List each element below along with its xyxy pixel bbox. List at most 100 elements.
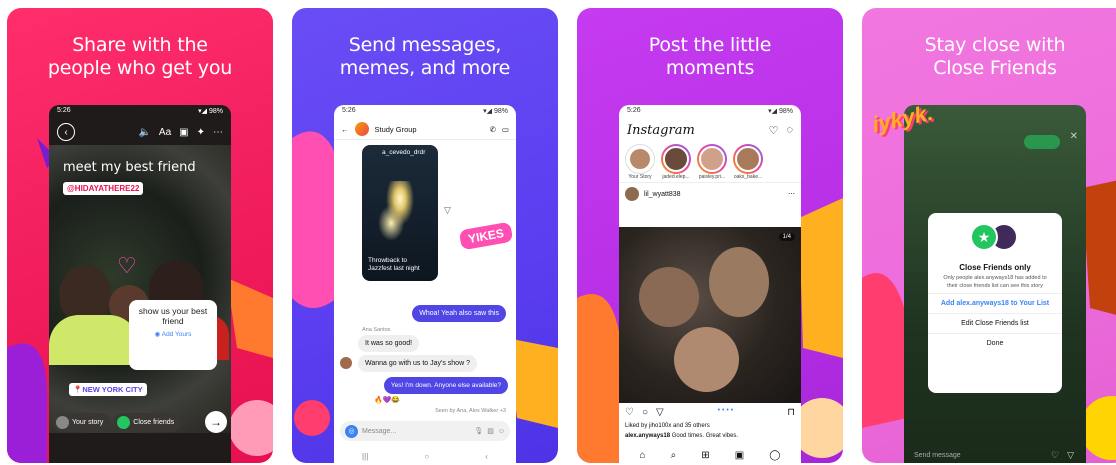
reply-actions: ♡ ▽ bbox=[1051, 450, 1074, 461]
add-yours-label: Add Yours bbox=[161, 331, 192, 338]
message-composer[interactable]: ◎ Message... 🎙 ▨ ☺ bbox=[340, 421, 510, 441]
post-photo[interactable]: 1/4 bbox=[619, 227, 801, 403]
headline-line-1: Post the little bbox=[648, 34, 772, 56]
sticker-icon[interactable]: ▣ bbox=[179, 127, 188, 138]
location-sticker[interactable]: 📍NEW YORK CITY bbox=[69, 383, 147, 396]
status-indicators: ▾◢ 98% bbox=[198, 108, 223, 115]
story-item[interactable]: paisley.pri... bbox=[697, 144, 727, 180]
done-button[interactable]: Done bbox=[928, 333, 1062, 353]
headline-line-2: Close Friends bbox=[933, 57, 1057, 79]
send-icon[interactable]: ▽ bbox=[1067, 450, 1074, 461]
story-caption[interactable]: meet my best friend bbox=[63, 160, 196, 175]
group-avatar[interactable] bbox=[354, 122, 369, 136]
phone-call-icon[interactable]: ✆ bbox=[490, 125, 496, 134]
modal-icons: ★ bbox=[928, 223, 1062, 257]
post-actions: ♡ ○ ▽ • • • • ⊓ bbox=[625, 407, 795, 418]
share-bar: Your story Close friends → bbox=[49, 409, 231, 435]
mention-tag[interactable]: @HIDAYATHERE22 bbox=[63, 182, 144, 195]
send-message-input[interactable]: Send message bbox=[914, 452, 961, 459]
status-time: 5:26 bbox=[342, 107, 356, 114]
message-bubble-received[interactable]: Wanna go with us to Jay's show ? bbox=[358, 355, 477, 372]
story-label: paisley.pri... bbox=[698, 174, 726, 180]
mic-icon[interactable]: 🎙 bbox=[474, 427, 483, 435]
story-item[interactable]: oaks_bake... bbox=[733, 144, 763, 180]
sender-name: Ana Santos bbox=[362, 327, 391, 333]
effects-icon[interactable]: ✦ bbox=[197, 127, 205, 138]
caption-username[interactable]: alex.anyways18 bbox=[625, 433, 670, 439]
close-friends-badge bbox=[1024, 135, 1060, 149]
card-feed: Post the little moments 5:26 ▾◢ 98% Inst… bbox=[577, 8, 843, 463]
gallery-icon[interactable]: ▨ bbox=[487, 427, 494, 435]
heart-icon: ♡ bbox=[117, 253, 137, 278]
message-bubble-sent[interactable]: Yes! I'm down. Anyone else available? bbox=[383, 377, 508, 394]
text-icon[interactable]: Aa bbox=[159, 127, 171, 138]
back-icon[interactable]: ‹ bbox=[57, 123, 75, 141]
star-icon bbox=[117, 415, 131, 429]
headline: Stay close with Close Friends bbox=[862, 34, 1116, 80]
share-icon[interactable]: ▽ bbox=[444, 205, 451, 216]
avatar[interactable] bbox=[625, 187, 639, 201]
heart-icon[interactable]: ♡ bbox=[1051, 450, 1059, 461]
post-caption: alex.anyways18 Good times. Great vibes. bbox=[625, 433, 738, 439]
reels-icon[interactable]: ▣ bbox=[735, 450, 744, 461]
status-bar: 5:26 ▾◢ 98% bbox=[619, 105, 801, 119]
send-arrow-icon[interactable]: → bbox=[205, 411, 227, 433]
create-icon[interactable]: ⊞ bbox=[701, 450, 709, 461]
status-bar: 5:26 ▾◢ 98% bbox=[334, 105, 516, 119]
image-counter: 1/4 bbox=[778, 233, 795, 241]
video-call-icon[interactable]: ▭ bbox=[502, 125, 509, 134]
carousel-dots-icon: • • • • bbox=[717, 407, 734, 414]
home-icon[interactable]: ○ bbox=[424, 452, 429, 461]
reel-caption-line: Jazzfest last night bbox=[368, 265, 420, 272]
back-arrow-icon[interactable]: ← bbox=[341, 125, 349, 134]
chat-header: ← Study Group ✆ ▭ bbox=[334, 119, 516, 140]
search-icon[interactable]: ⌕ bbox=[671, 450, 677, 461]
comment-icon[interactable]: ○ bbox=[642, 407, 648, 418]
back-icon[interactable]: ‹ bbox=[485, 452, 488, 461]
like-icon[interactable]: ♡ bbox=[625, 407, 634, 418]
camera-icon[interactable]: ◎ bbox=[345, 424, 358, 438]
close-friends-button[interactable]: Close friends bbox=[114, 412, 182, 432]
headline-line-1: Share with the bbox=[72, 34, 208, 56]
sound-icon[interactable]: 🔈 bbox=[138, 127, 150, 138]
avatar[interactable] bbox=[340, 357, 352, 369]
photo-person bbox=[639, 267, 699, 327]
post-header: lil_wyatt838 ⋯ bbox=[619, 182, 801, 205]
home-icon[interactable]: ⌂ bbox=[640, 450, 646, 461]
sticker-prompt: show us your best friend bbox=[138, 306, 208, 326]
your-story-label: Your story bbox=[72, 418, 104, 426]
more-icon[interactable]: ⋯ bbox=[213, 127, 223, 138]
card-share-stories: Share with the people who get you 5:26 ▾… bbox=[7, 8, 273, 463]
recents-icon[interactable]: ||| bbox=[362, 452, 368, 461]
headline-line-2: people who get you bbox=[47, 57, 233, 79]
group-name[interactable]: Study Group bbox=[375, 125, 484, 134]
profile-icon[interactable]: ◯ bbox=[769, 450, 780, 461]
share-icon[interactable]: ▽ bbox=[656, 407, 664, 418]
add-yours-sticker[interactable]: show us your best friend ◉ Add Yours bbox=[129, 300, 217, 370]
reel-image bbox=[378, 181, 422, 241]
story-item[interactable]: jaded.elep... bbox=[661, 144, 691, 180]
reel-caption: Throwback to Jazzfest last night bbox=[368, 257, 420, 273]
message-bubble-received[interactable]: It was so good! bbox=[358, 335, 420, 352]
message-input[interactable]: Message... bbox=[362, 428, 470, 435]
your-story-button[interactable]: Your story bbox=[53, 412, 111, 432]
sticker-icon[interactable]: ☺ bbox=[498, 428, 505, 435]
heart-icon[interactable]: ♡ bbox=[769, 124, 779, 137]
more-icon[interactable]: ⋯ bbox=[788, 190, 795, 198]
editor-toolbar: ‹ 🔈 Aa ▣ ✦ ⋯ bbox=[49, 119, 231, 145]
messenger-icon[interactable]: ◌ bbox=[786, 124, 793, 137]
headline-line-1: Stay close with bbox=[924, 34, 1066, 56]
close-icon[interactable]: ✕ bbox=[1070, 131, 1078, 142]
story-item[interactable]: Your Story bbox=[625, 144, 655, 180]
shared-reel[interactable]: a_cevedo_drdr Throwback to Jazzfest last… bbox=[362, 145, 438, 281]
add-to-list-button[interactable]: Add alex.anyways18 to Your List bbox=[928, 293, 1062, 313]
post-username[interactable]: lil_wyatt838 bbox=[644, 191, 783, 198]
likes-text[interactable]: Liked by jiho100x and 35 others bbox=[625, 423, 710, 429]
message-bubble-sent[interactable]: Whoa! Yeah also saw this bbox=[412, 305, 506, 322]
status-bar: 5:26 ▾◢ 98% bbox=[49, 105, 231, 119]
headline-line-2: memes, and more bbox=[339, 57, 511, 79]
headline-line-2: moments bbox=[665, 57, 755, 79]
bookmark-icon[interactable]: ⊓ bbox=[787, 407, 795, 418]
edit-list-button[interactable]: Edit Close Friends list bbox=[928, 313, 1062, 333]
reactions[interactable]: 🔥💜😂 bbox=[374, 396, 400, 404]
